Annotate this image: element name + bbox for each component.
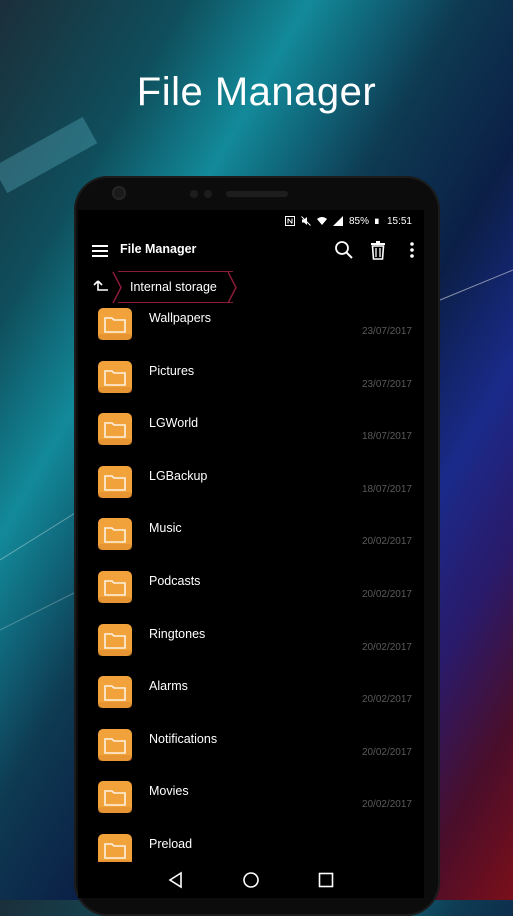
breadcrumb-right-chevron (228, 271, 237, 304)
earpiece-speaker (226, 191, 288, 197)
folder-icon (98, 413, 132, 446)
trash-icon[interactable] (368, 240, 388, 260)
list-item[interactable]: Alarms 20/02/2017 (78, 672, 424, 725)
folder-icon (98, 676, 132, 709)
list-item[interactable]: LGWorld 18/07/2017 (78, 409, 424, 462)
list-item[interactable]: Pictures 23/07/2017 (78, 357, 424, 410)
file-name: LGBackup (149, 468, 208, 483)
file-date: 20/02/2017 (361, 694, 412, 706)
app-bar: File Manager (78, 232, 424, 268)
list-item[interactable]: Wallpapers 23/07/2017 (78, 304, 424, 357)
file-date: 20/02/2017 (361, 746, 412, 758)
back-icon[interactable] (167, 871, 185, 889)
folder-icon (98, 308, 132, 340)
file-name: Alarms (149, 679, 188, 694)
file-date: 23/07/2017 (361, 326, 412, 337)
folder-icon (98, 781, 132, 814)
list-item[interactable]: LGBackup 18/07/2017 (78, 462, 424, 515)
file-name: Notifications (149, 731, 218, 746)
list-item[interactable]: Ringtones 20/02/2017 (78, 620, 424, 673)
file-name: Pictures (149, 363, 195, 378)
folder-icon (98, 623, 132, 656)
folder-icon (98, 570, 132, 603)
list-item[interactable]: Preload (78, 830, 424, 862)
status-bar: 85% 15:51 (78, 210, 424, 232)
list-item[interactable]: Movies 20/02/2017 (78, 777, 424, 830)
phone-frame: 85% 15:51 File Manager Internal storage … (74, 176, 440, 916)
file-name: Wallpapers (149, 311, 212, 325)
file-name: Movies (149, 784, 189, 799)
search-icon[interactable] (334, 240, 354, 260)
battery-icon (374, 218, 379, 224)
up-arrow-icon[interactable] (92, 278, 110, 296)
home-icon[interactable] (242, 871, 260, 889)
mute-icon (301, 216, 311, 226)
clock: 15:51 (386, 215, 412, 227)
file-name: LGWorld (149, 416, 199, 431)
nav-bar (78, 862, 424, 898)
breadcrumb-internal-storage[interactable]: Internal storage (118, 271, 233, 303)
folder-icon (98, 465, 132, 498)
file-name: Ringtones (149, 626, 206, 641)
sensor (190, 190, 198, 198)
file-date: 20/02/2017 (361, 588, 412, 600)
sensor (204, 190, 212, 198)
file-name: Podcasts (149, 573, 201, 588)
list-item[interactable]: Podcasts 20/02/2017 (78, 567, 424, 620)
folder-icon (98, 360, 132, 393)
headline: File Manager (136, 70, 377, 114)
file-date: 20/02/2017 (361, 536, 412, 548)
file-date: 20/02/2017 (361, 641, 412, 653)
folder-icon (98, 833, 132, 862)
app-title: File Manager (120, 242, 197, 256)
screen: 85% 15:51 File Manager Internal storage … (78, 210, 424, 898)
signal-icon (332, 216, 343, 226)
breadcrumb: Internal storage (78, 268, 424, 304)
folder-icon (98, 728, 132, 761)
file-date: 23/07/2017 (361, 378, 412, 390)
file-list: Wallpapers 23/07/2017 Pictures 23/07/2017 LG… (78, 304, 424, 862)
battery-percent: 85% (348, 215, 369, 227)
file-date: 18/07/2017 (361, 431, 412, 443)
file-name: Music (149, 521, 182, 536)
front-camera (112, 186, 126, 200)
folder-icon (98, 518, 132, 551)
list-item[interactable]: Notifications 20/02/2017 (78, 725, 424, 778)
file-date: 18/07/2017 (361, 483, 412, 495)
nfc-icon (284, 216, 295, 226)
file-name: Preload (149, 836, 193, 851)
more-icon[interactable] (402, 240, 422, 260)
list-item[interactable]: Music 20/02/2017 (78, 514, 424, 567)
menu-icon[interactable] (92, 245, 108, 257)
file-date: 20/02/2017 (361, 799, 412, 811)
wifi-icon (316, 217, 327, 225)
recents-icon[interactable] (317, 871, 335, 889)
